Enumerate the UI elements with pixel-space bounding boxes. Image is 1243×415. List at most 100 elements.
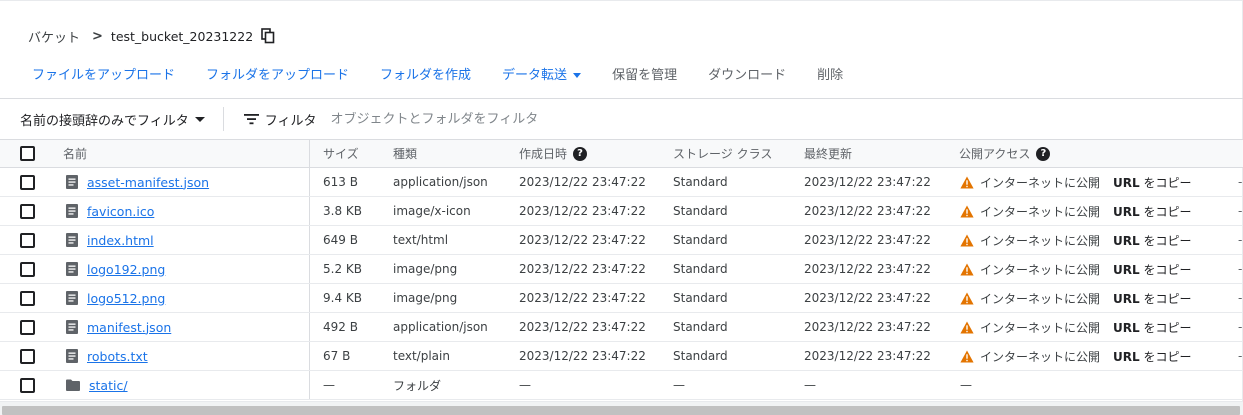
type-cell: text/html (393, 233, 449, 247)
truncated-column-cell: - (1238, 204, 1243, 218)
copy-url-button[interactable]: URL をコピー (1113, 174, 1191, 191)
size-cell: 5.2 KB (323, 262, 362, 276)
row-checkbox[interactable] (20, 377, 35, 393)
updated-cell: — (804, 378, 816, 392)
row-checkbox[interactable] (20, 261, 35, 277)
object-name-link[interactable]: asset-manifest.json (87, 175, 209, 190)
help-icon[interactable]: ? (573, 146, 588, 161)
file-icon (66, 349, 78, 363)
header-created[interactable]: 作成日時 ? (519, 140, 588, 167)
prefix-filter-dropdown[interactable]: 名前の接頭辞のみでフィルタ (20, 110, 205, 129)
storage-class-cell: Standard (673, 175, 728, 189)
filter-label: フィルタ (264, 113, 317, 129)
column-separator (309, 197, 310, 225)
updated-cell: 2023/12/22 23:47:22 (804, 175, 931, 189)
copy-url-label: URL (1113, 233, 1140, 248)
table-row[interactable]: asset-manifest.json 613 B application/json… (0, 168, 1243, 197)
public-access-status: インターネットに公開 (980, 204, 1101, 219)
header-created-label: 作成日時 (519, 147, 568, 161)
delete-button[interactable]: 削除 (817, 64, 843, 83)
storage-class-cell: Standard (673, 291, 728, 305)
create-folder-button[interactable]: フォルダを作成 (380, 64, 471, 83)
table-header: 名前 サイズ 種類 作成日時 ? ストレージ クラス 最終更新 公開アクセス ? (0, 139, 1243, 168)
name-cell: manifest.json (66, 313, 171, 341)
object-name-link[interactable]: logo512.png (87, 291, 165, 306)
type-cell: image/x-icon (393, 204, 471, 218)
header-storage-class[interactable]: ストレージ クラス (673, 140, 772, 167)
column-resize-handle[interactable] (309, 140, 310, 167)
upload-folder-button[interactable]: フォルダをアップロード (206, 64, 349, 83)
copy-icon[interactable] (261, 28, 275, 44)
copy-url-button[interactable]: URL をコピー (1113, 203, 1191, 220)
transfer-data-button[interactable]: データ転送 (502, 64, 582, 83)
header-size[interactable]: サイズ (323, 140, 359, 167)
objects-table: 名前 サイズ 種類 作成日時 ? ストレージ クラス 最終更新 公開アクセス ?… (0, 139, 1243, 400)
filter-bar: 名前の接頭辞のみでフィルタ フィルタ (0, 99, 1243, 139)
copy-url-suffix: をコピー (1139, 204, 1192, 219)
row-checkbox[interactable] (20, 319, 35, 335)
select-all-checkbox[interactable] (20, 146, 35, 161)
header-public-access-label: 公開アクセス (959, 147, 1031, 161)
upload-files-button[interactable]: ファイルをアップロード (32, 64, 175, 83)
row-checkbox-cell (20, 313, 35, 341)
breadcrumb-separator: > (92, 28, 103, 44)
table-row[interactable]: logo192.png 5.2 KB image/png 2023/12/22 23:… (0, 255, 1243, 284)
horizontal-scrollbar-thumb[interactable] (2, 406, 1240, 415)
public-access-cell: インターネットに公開 URL をコピー (960, 168, 1191, 196)
row-checkbox[interactable] (20, 290, 35, 306)
public-access-cell: インターネットに公開 URL をコピー (960, 197, 1191, 225)
table-row[interactable]: logo512.png 9.4 KB image/png 2023/12/22 23:… (0, 284, 1243, 313)
row-checkbox[interactable] (20, 232, 35, 248)
header-checkbox-cell (20, 140, 35, 167)
storage-class-cell: — (673, 378, 685, 392)
manage-holds-button[interactable]: 保留を管理 (612, 64, 677, 83)
updated-cell: 2023/12/22 23:47:22 (804, 233, 931, 247)
name-cell: robots.txt (66, 342, 148, 370)
size-cell: 3.8 KB (323, 204, 362, 218)
public-access-status: インターネットに公開 (980, 349, 1101, 364)
help-icon[interactable]: ? (1036, 146, 1051, 161)
object-name-link[interactable]: favicon.ico (87, 204, 154, 219)
row-checkbox-cell (20, 226, 35, 254)
column-separator (309, 342, 310, 370)
copy-url-suffix: をコピー (1139, 291, 1192, 306)
header-public-access[interactable]: 公開アクセス ? (959, 140, 1051, 167)
truncated-column-cell: - (1238, 262, 1243, 276)
name-cell: index.html (66, 226, 154, 254)
copy-url-button[interactable]: URL をコピー (1113, 261, 1191, 278)
table-row[interactable]: index.html 649 B text/html 2023/12/22 23:47… (0, 226, 1243, 255)
object-name-link[interactable]: static/ (89, 378, 128, 393)
transfer-data-label: データ転送 (502, 67, 568, 83)
created-cell: 2023/12/22 23:47:22 (519, 262, 646, 276)
updated-cell: 2023/12/22 23:47:22 (804, 262, 931, 276)
storage-class-cell: Standard (673, 262, 728, 276)
row-checkbox[interactable] (20, 348, 35, 364)
object-name-link[interactable]: index.html (87, 233, 154, 248)
header-updated[interactable]: 最終更新 (804, 140, 852, 167)
file-icon (66, 291, 78, 305)
filter-separator (222, 107, 224, 131)
object-name-link[interactable]: robots.txt (87, 349, 148, 364)
copy-url-button[interactable]: URL をコピー (1113, 319, 1191, 336)
table-row[interactable]: manifest.json 492 B application/json 2023/1… (0, 313, 1243, 342)
table-row[interactable]: robots.txt 67 B text/plain 2023/12/22 23:47… (0, 342, 1243, 371)
header-type[interactable]: 種類 (393, 140, 417, 167)
table-row[interactable]: static/ — フォルダ — — — — (0, 371, 1243, 400)
filter-input[interactable] (330, 111, 731, 127)
column-separator (309, 168, 310, 196)
download-button[interactable]: ダウンロード (708, 64, 786, 83)
copy-url-button[interactable]: URL をコピー (1113, 232, 1191, 249)
toolbar: ファイルをアップロード フォルダをアップロード フォルダを作成 データ転送 保留… (32, 62, 874, 84)
copy-url-button[interactable]: URL をコピー (1113, 348, 1191, 365)
object-name-link[interactable]: manifest.json (87, 320, 171, 335)
file-icon (66, 204, 78, 218)
header-name[interactable]: 名前 (63, 140, 87, 167)
storage-class-cell: Standard (673, 233, 728, 247)
object-name-link[interactable]: logo192.png (87, 262, 165, 277)
prefix-filter-label: 名前の接頭辞のみでフィルタ (20, 113, 189, 129)
copy-url-button[interactable]: URL をコピー (1113, 290, 1191, 307)
breadcrumb-buckets[interactable]: バケット (28, 27, 80, 46)
row-checkbox[interactable] (20, 203, 35, 219)
table-row[interactable]: favicon.ico 3.8 KB image/x-icon 2023/12/22 … (0, 197, 1243, 226)
row-checkbox[interactable] (20, 174, 35, 190)
